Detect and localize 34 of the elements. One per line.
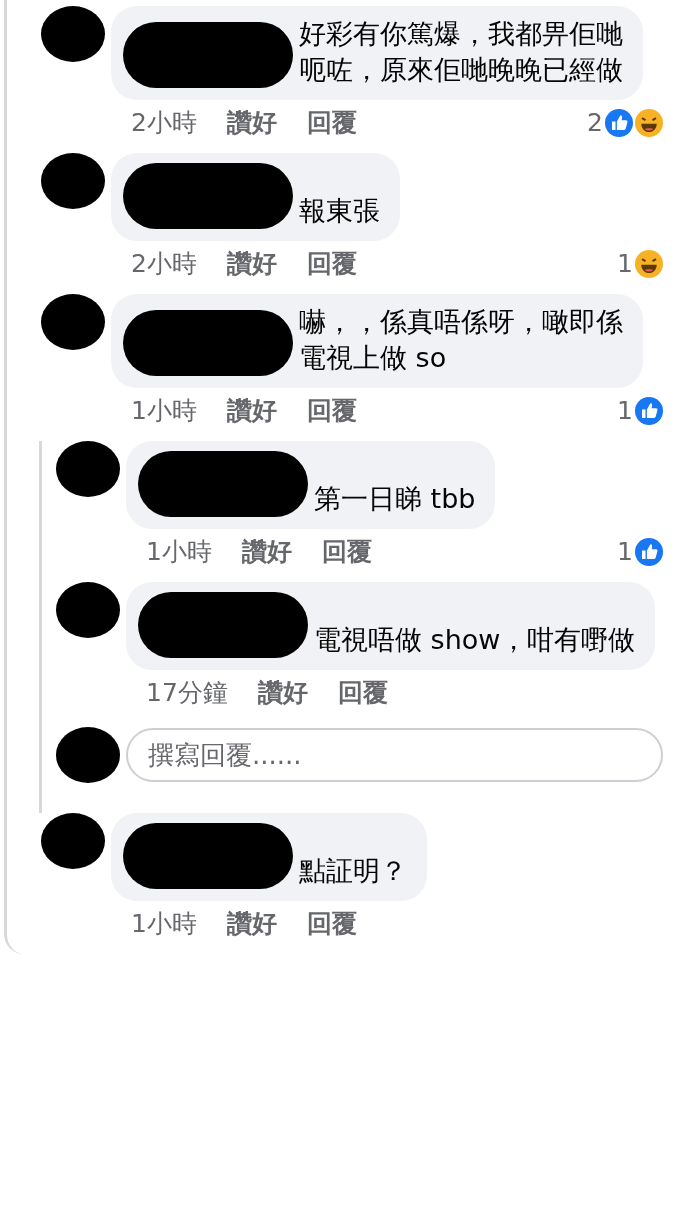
reaction-count[interactable]: 1	[617, 537, 633, 566]
reaction-count[interactable]: 1	[617, 396, 633, 425]
like-link[interactable]: 讚好	[226, 106, 277, 139]
reaction-count[interactable]: 1	[617, 249, 633, 278]
reply-input[interactable]: 撰寫回覆......	[126, 728, 663, 782]
timestamp: 1小時	[146, 536, 212, 568]
like-link[interactable]: 讚好	[226, 394, 277, 427]
comment-text: 嚇，，係真唔係呀，噉即係電視上做 so	[299, 305, 623, 375]
timestamp: 17分鐘	[146, 677, 228, 709]
like-link[interactable]: 讚好	[226, 247, 277, 280]
like-reaction-icon	[605, 108, 633, 137]
reply-link[interactable]: 回覆	[306, 907, 357, 940]
like-reaction-icon	[635, 537, 663, 566]
laughing-face-icon	[635, 249, 663, 278]
reply-link[interactable]: 回覆	[306, 247, 357, 280]
like-link[interactable]: 讚好	[241, 535, 292, 568]
comment-text: 好彩有你篤爆，我都畀佢哋呃咗，原來佢哋晚晚已經做	[299, 17, 623, 87]
reply-link[interactable]: 回覆	[306, 394, 357, 427]
like-link[interactable]: 讚好	[226, 907, 277, 940]
timestamp: 1小時	[131, 908, 197, 940]
like-link[interactable]: 讚好	[257, 676, 308, 709]
like-reaction-icon	[635, 396, 663, 425]
reply-link[interactable]: 回覆	[337, 676, 388, 709]
reaction-count[interactable]: 2	[587, 108, 603, 137]
laughing-face-icon	[635, 108, 663, 137]
comment-text: 點証明？	[299, 854, 407, 888]
reply-link[interactable]: 回覆	[306, 106, 357, 139]
comment-text: 報東張	[299, 194, 380, 228]
timestamp: 1小時	[131, 395, 197, 427]
timestamp: 2小時	[131, 107, 197, 139]
comment-text: 電視唔做 show，咁有嘢做	[314, 623, 636, 657]
timestamp: 2小時	[131, 248, 197, 280]
comment-text: 第一日睇 tbb	[314, 482, 476, 516]
reply-link[interactable]: 回覆	[321, 535, 372, 568]
